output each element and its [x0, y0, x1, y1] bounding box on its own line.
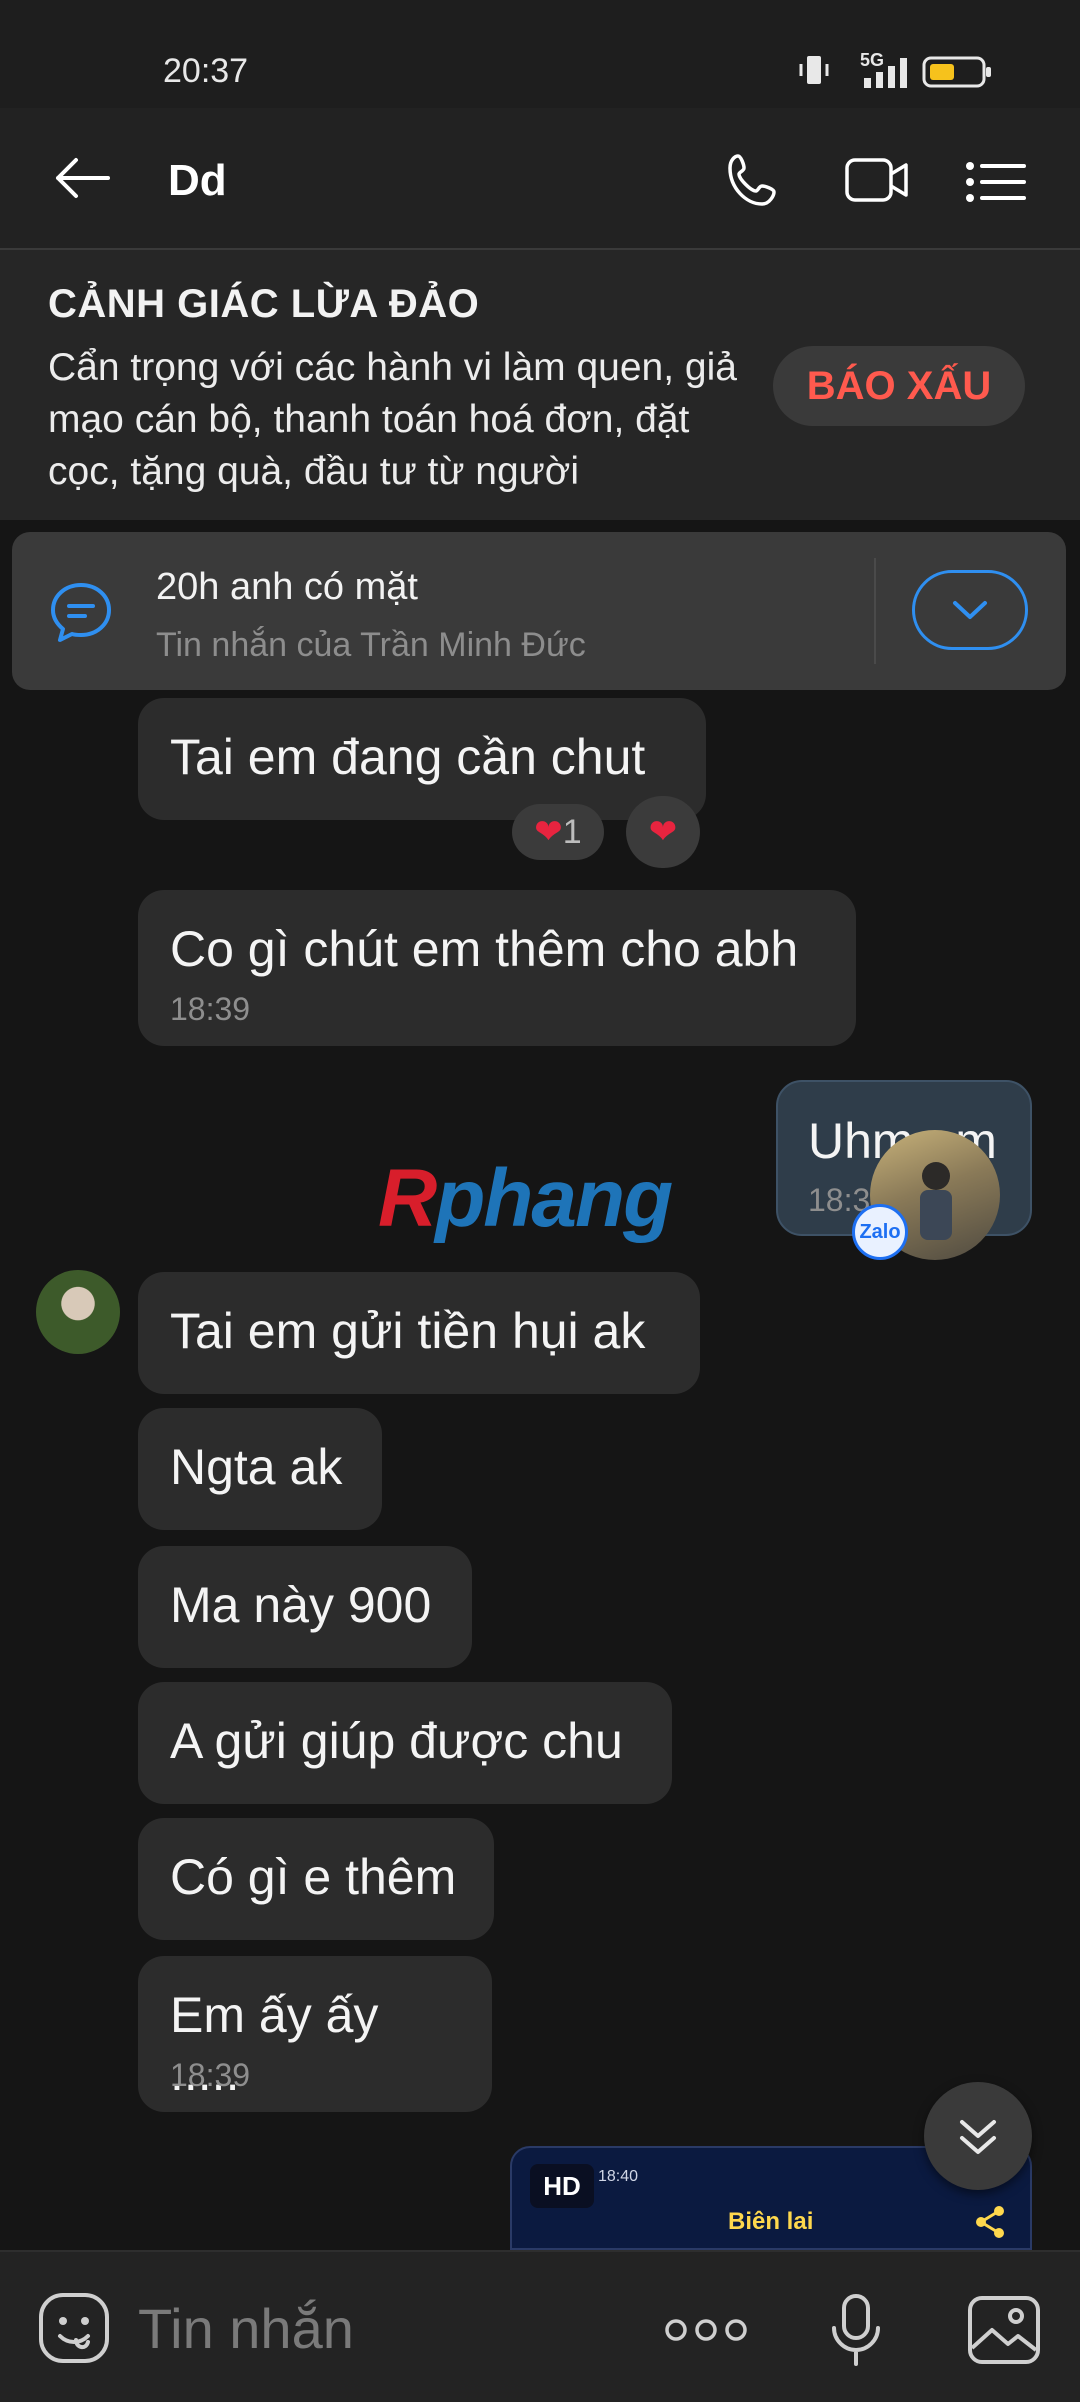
vibrate-icon	[796, 52, 832, 88]
message-text: Tai em gửi tiền hụi ak	[170, 1303, 646, 1359]
expand-pinned-button[interactable]	[912, 570, 1028, 650]
message-text: Có gì e thêm	[170, 1849, 457, 1905]
message-bubble[interactable]: Tai em đang cần chut	[138, 698, 706, 820]
message-bubble[interactable]: Có gì e thêm	[138, 1818, 494, 1940]
message-bubble[interactable]: Ngta ak	[138, 1408, 382, 1530]
more-icon[interactable]	[664, 2312, 748, 2348]
zalo-logo-icon: Zalo	[852, 1204, 908, 1260]
message-input-bar: Tin nhắn	[0, 2250, 1080, 2402]
message-icon	[48, 580, 114, 646]
report-button[interactable]: BÁO XẤU	[773, 346, 1025, 426]
message-time: 18:39	[170, 991, 251, 1027]
divider	[874, 558, 876, 664]
battery-icon	[922, 54, 994, 90]
watermark-logo: Rphang	[378, 1153, 673, 1244]
gallery-icon[interactable]	[966, 2292, 1042, 2368]
microphone-icon[interactable]	[828, 2292, 884, 2368]
message-text: Tai em đang cần chut	[170, 729, 646, 785]
chat-header: Dd	[0, 108, 1080, 250]
pinned-title: 20h anh có mặt	[156, 566, 418, 608]
scam-warning-banner: CẢNH GIÁC LỪA ĐẢO Cẩn trọng với các hành…	[0, 250, 1080, 520]
status-bar: 20:37 5G	[0, 0, 1080, 108]
phone-icon[interactable]	[724, 150, 784, 210]
heart-icon: ❤	[648, 813, 678, 851]
reaction-count-value: 1	[562, 813, 582, 851]
chevron-down-icon	[953, 601, 987, 619]
thumbnail-title: Biên lai	[728, 2208, 814, 2235]
chat-title[interactable]: Dd	[168, 156, 227, 206]
warning-title: CẢNH GIÁC LỪA ĐẢO	[48, 282, 480, 326]
heart-icon: ❤	[534, 813, 563, 851]
video-icon[interactable]	[844, 154, 910, 206]
message-bubble[interactable]: Em ấy ấy ..... 18:39	[138, 1956, 492, 2112]
warning-body: Cẩn trọng với các hành vi làm quen, giả …	[48, 346, 737, 493]
react-button[interactable]: ❤	[626, 796, 700, 868]
message-text: Ngta ak	[170, 1439, 343, 1495]
thumbnail-time: 18:40	[598, 2168, 639, 2185]
double-chevron-down-icon	[960, 2120, 996, 2154]
message-bubble[interactable]: A gửi giúp được chu	[138, 1682, 672, 1804]
pinned-subtitle: Tin nhắn của Trần Minh Đức	[156, 626, 586, 664]
menu-icon[interactable]	[966, 160, 1026, 204]
share-icon	[972, 2204, 1008, 2240]
back-arrow-icon[interactable]	[52, 156, 112, 200]
message-bubble[interactable]: Co gì chút em thêm cho abh 18:39	[138, 890, 856, 1046]
message-text: A gửi giúp được chu	[170, 1713, 623, 1769]
message-text: Ma này 900	[170, 1577, 432, 1633]
message-time: 18:39	[170, 2057, 251, 2093]
avatar[interactable]	[36, 1270, 120, 1354]
message-bubble[interactable]: Ma này 900	[138, 1546, 472, 1668]
message-text: Co gì chút em thêm cho abh	[170, 921, 799, 977]
message-input[interactable]: Tin nhắn	[138, 2296, 354, 2361]
signal-icon	[862, 58, 912, 88]
message-bubble[interactable]: Tai em gửi tiền hụi ak	[138, 1272, 700, 1394]
scroll-to-bottom-button[interactable]	[924, 2082, 1032, 2190]
hd-badge: HD	[530, 2164, 594, 2208]
reaction-count[interactable]: ❤1	[512, 804, 604, 860]
pinned-message[interactable]: 20h anh có mặt Tin nhắn của Trần Minh Đứ…	[12, 532, 1066, 690]
sticker-icon[interactable]	[36, 2290, 112, 2366]
status-time: 20:37	[163, 52, 249, 90]
